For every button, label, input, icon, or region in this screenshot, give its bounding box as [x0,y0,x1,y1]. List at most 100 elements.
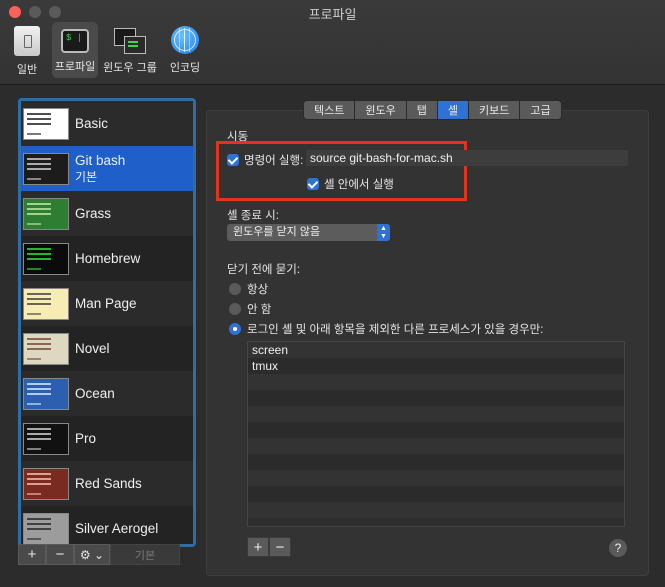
process-row[interactable] [248,486,624,502]
profile-text: Git bash 기본 [75,153,125,185]
process-row[interactable] [248,438,624,454]
process-row[interactable] [248,470,624,486]
tab-tab[interactable]: 탭 [405,100,437,120]
gear-menu-button[interactable]: ⚙︎ ⌄ [74,544,110,565]
process-row[interactable] [248,390,624,406]
profile-thumbnail [23,107,69,140]
profile-thumbnail [23,467,69,500]
process-buttons: + − [247,537,291,557]
profile-item[interactable]: Git bash 기본 [21,146,193,191]
radio-always[interactable] [229,283,241,295]
profile-item[interactable]: Man Page [21,281,193,326]
help-button[interactable]: ? [609,539,627,557]
run-in-shell-label: 셸 안에서 실행 [324,179,394,191]
run-in-shell-row: 셸 안에서 실행 [307,176,394,192]
profile-thumbnail [23,242,69,275]
add-process-button[interactable]: + [247,537,269,557]
toolbar-encodings[interactable]: 인코딩 [162,22,208,78]
shell-exit-heading: 셸 종료 시: [227,210,279,222]
set-default-button[interactable]: 기본 [110,544,180,565]
chevron-updown-icon: ▲ ▼ [377,224,390,241]
toolbar-general[interactable]: 일반 [4,22,50,78]
remove-process-button[interactable]: − [269,537,291,557]
tab-shell[interactable]: 셸 [436,100,468,120]
profile-text: Ocean [75,386,115,402]
toolbar-window-groups-label: 윈도우 그룹 [103,62,157,74]
profile-name: Novel [75,340,110,356]
profile-text: Pro [75,431,96,447]
radio-processes-label: 로그인 셸 및 아래 항목을 제외한 다른 프로세스가 있을 경우만: [247,324,544,336]
process-row[interactable] [248,374,624,390]
ask-before-closing-heading: 닫기 전에 묻기: [227,264,301,276]
radio-never[interactable] [229,303,241,315]
toolbar-profiles-label: 프로파일 [54,61,96,73]
profile-item[interactable]: Pro [21,416,193,461]
profile-thumbnail [23,332,69,365]
tab-window[interactable]: 윈도우 [354,100,406,120]
profile-thumbnail [23,287,69,320]
run-command-checkbox[interactable] [227,154,239,166]
profile-name: Ocean [75,385,115,401]
run-in-shell-checkbox[interactable] [307,178,319,190]
profile-name: Homebrew [75,250,141,266]
process-list[interactable]: screen tmux [247,341,625,527]
profile-item[interactable]: Novel [21,326,193,371]
toolbar: 일반 프로파일 윈도우 그룹 인코딩 [4,22,208,78]
profile-thumbnail [23,197,69,230]
profile-name: Pro [75,430,97,446]
radio-processes-row[interactable]: 로그인 셸 및 아래 항목을 제외한 다른 프로세스가 있을 경우만: [229,321,543,337]
profile-thumbnail [23,152,69,185]
profile-thumbnail [23,512,69,544]
profile-item[interactable]: Red Sands [21,461,193,506]
add-profile-button[interactable]: + [18,544,46,565]
profile-text: Homebrew [75,251,140,267]
window-title: 프로파일 [308,7,357,22]
toolbar-window-groups[interactable]: 윈도우 그룹 [100,22,160,78]
terminal-profile-icon [61,29,89,53]
profile-item[interactable]: Ocean [21,371,193,416]
process-row[interactable] [248,422,624,438]
profile-name: Red Sands [75,475,142,491]
run-command-label: 명령어 실행: [244,155,304,167]
profile-default-label: 기본 [75,169,98,184]
radio-never-label: 안 함 [247,304,272,316]
process-row[interactable] [248,502,624,518]
shell-exit-select-value: 윈도우를 닫지 않음 [233,226,321,238]
profile-text: Grass [75,206,111,222]
profile-text: Basic [75,116,108,132]
profile-item[interactable]: Grass [21,191,193,236]
profile-name: Silver Aerogel [75,520,159,536]
profile-name: Basic [75,115,109,131]
shell-exit-select[interactable]: 윈도우를 닫지 않음 ▲ ▼ [227,224,390,241]
preferences-window: 프로파일 일반 프로파일 윈도우 그룹 인코딩 Basic Git bash기본 G… [0,0,665,587]
radio-processes[interactable] [229,323,241,335]
run-command-field[interactable]: source git-bash-for-mac.sh [306,150,628,166]
process-row[interactable] [248,406,624,422]
toolbar-profiles[interactable]: 프로파일 [52,22,98,78]
profile-item[interactable]: Homebrew [21,236,193,281]
tab-text[interactable]: 텍스트 [303,100,355,120]
radio-always-label: 항상 [247,284,269,296]
profile-name: Man Page [75,295,137,311]
tab-advanced[interactable]: 고급 [519,100,562,120]
profile-thumbnail [23,377,69,410]
profile-list-footer: + − ⚙︎ ⌄ 기본 [18,544,180,565]
globe-icon [171,26,199,54]
toolbar-encodings-label: 인코딩 [169,62,201,74]
radio-always-row[interactable]: 항상 [229,281,268,297]
profile-text: Silver Aerogel [75,521,158,537]
profile-list[interactable]: Basic Git bash 기본 Grass Homebrew Man Page Nove… [18,98,196,547]
remove-profile-button[interactable]: − [46,544,74,565]
profile-item[interactable]: Basic [21,101,193,146]
general-switch-icon [14,26,40,56]
run-command-row: 명령어 실행: [227,152,303,168]
radio-never-row[interactable]: 안 함 [229,301,271,317]
process-row[interactable]: tmux [248,358,624,374]
profile-item[interactable]: Silver Aerogel [21,506,193,544]
tab-keyboard[interactable]: 키보드 [468,100,520,120]
process-row[interactable] [248,454,624,470]
window-group-icon [114,28,146,54]
process-row[interactable]: screen [248,342,624,358]
profile-text: Novel [75,341,110,357]
profile-text: Man Page [75,296,137,312]
